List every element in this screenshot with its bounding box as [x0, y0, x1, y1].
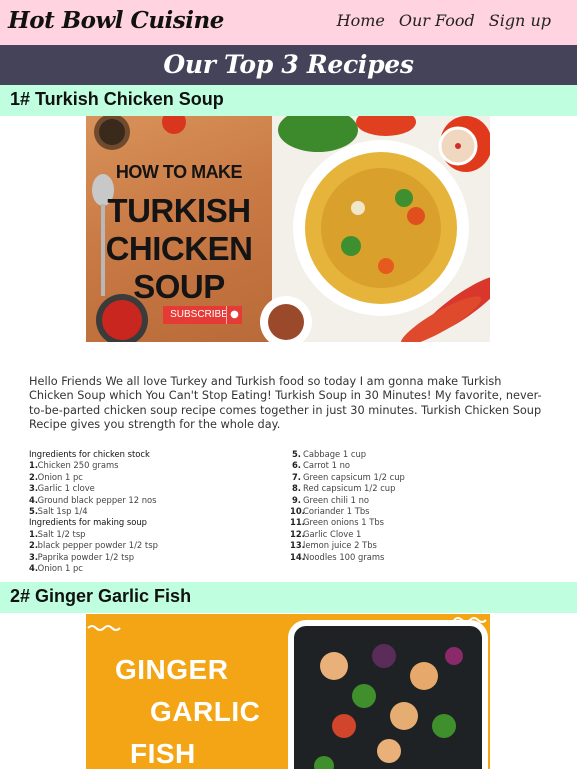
- herbs: [278, 116, 358, 152]
- fish-plate: [288, 620, 488, 769]
- list-item: 14.Noodles 100 grams: [290, 551, 385, 562]
- recipe-1-image: HOW TO MAKE TURKISH CHICKEN SOUP SUBSCRI…: [86, 116, 490, 342]
- list-item: 1. Chicken 250 grams: [29, 460, 119, 471]
- recipe-1-intro: Hello Friends We all love Turkey and Tur…: [29, 375, 542, 432]
- list-item: 5. Salt 1sp 1/4: [29, 506, 88, 517]
- image-title-line-3: FISH: [130, 738, 196, 769]
- bell-icon: ●: [226, 306, 242, 324]
- brand-logo[interactable]: Hot Bowl Cuisine: [8, 7, 224, 34]
- hero-banner: Our Top 3 Recipes: [0, 45, 577, 85]
- list-item: 2. black pepper powder 1/2 tsp: [29, 540, 158, 551]
- list-item: 3. Garlic 1 clove: [29, 483, 95, 494]
- list-item: 11.Green onions 1 Tbs: [290, 517, 385, 528]
- tomato: [162, 116, 186, 134]
- nav-our-food-link[interactable]: Our Food: [399, 11, 475, 30]
- list-item: 3. Paprika powder 1/2 tsp: [29, 551, 135, 562]
- soup-ingredients-title: Ingredients for making soup: [29, 517, 147, 528]
- main-nav: Home Our Food Sign up: [337, 11, 551, 30]
- list-item: 8. Red capsicum 1/2 cup: [291, 483, 396, 494]
- list-item: 2. Onion 1 pc: [29, 471, 83, 482]
- image-title-line-2: GARLIC: [150, 696, 261, 727]
- recipe-2-heading-bar: 2# Ginger Garlic Fish: [0, 582, 577, 613]
- list-item: 7. Green capsicum 1/2 cup: [291, 471, 405, 482]
- list-item: 10.Coriander 1 Tbs: [290, 506, 370, 517]
- recipe-2-title: 2# Ginger Garlic Fish: [10, 586, 192, 606]
- nav-sign-up-link[interactable]: Sign up: [489, 11, 551, 30]
- list-item: 12.Garlic Clove 1: [290, 528, 362, 539]
- image-howto-text: HOW TO MAKE: [115, 162, 243, 182]
- site-header: Hot Bowl Cuisine Home Our Food Sign up: [0, 0, 577, 45]
- image-title-line-2: CHICKEN: [105, 230, 253, 267]
- list-item: 4. Ground black pepper 12 nos: [29, 494, 157, 505]
- image-title-line-1: GINGER: [115, 654, 229, 685]
- subscribe-button: SUBSCRIBE: [163, 306, 235, 324]
- list-item: 1. Salt 1/2 tsp: [29, 528, 86, 539]
- nav-home-link[interactable]: Home: [337, 11, 385, 30]
- hero-title: Our Top 3 Recipes: [163, 50, 414, 79]
- list-item: 9. Green chili 1 no: [291, 494, 370, 505]
- list-item: 6. Carrot 1 no: [291, 460, 351, 471]
- wave-decoration: [87, 625, 121, 631]
- ingredients-column-1: Ingredients for chicken stock 1. Chicken…: [29, 449, 279, 574]
- stock-ingredients-title: Ingredients for chicken stock: [29, 449, 150, 459]
- recipe-1-title: 1# Turkish Chicken Soup: [10, 89, 224, 109]
- image-title-line-3: SOUP: [133, 268, 225, 305]
- recipe-2-image: GINGER GARLIC FISH: [86, 614, 490, 769]
- list-item: 13.lemon juice 2 Tbs: [290, 540, 377, 551]
- image-title-line-1: TURKISH: [107, 192, 251, 229]
- list-item: 4. Onion 1 pc: [29, 563, 83, 574]
- recipe-1-heading-bar: 1# Turkish Chicken Soup: [0, 85, 577, 116]
- list-item: 5. Cabbage 1 cup: [291, 449, 367, 459]
- recipe-1-illustration: [92, 116, 490, 342]
- ingredients-column-2: 5. Cabbage 1 cup 6. Carrot 1 no 7. Green ca…: [290, 449, 550, 563]
